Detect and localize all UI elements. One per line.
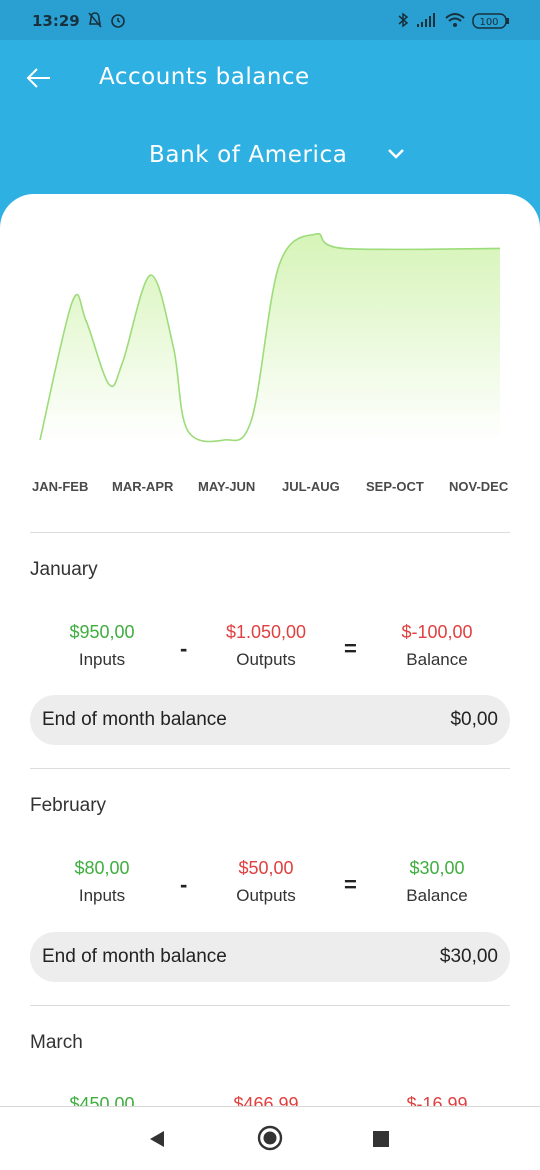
inputs-label: Inputs (78, 650, 126, 669)
balance-value: $-100,00 (401, 622, 473, 642)
bank-selector-label[interactable]: Bank of America (149, 142, 347, 168)
month-title: February (30, 795, 107, 816)
balance-label: Balance (406, 886, 468, 905)
outputs-value: $50,00 (238, 858, 294, 878)
bluetooth-icon (398, 12, 409, 28)
alarm-icon (111, 14, 125, 28)
wifi-icon (445, 13, 465, 27)
x-tick-label: NOV-DEC (449, 479, 509, 494)
inputs-label: Inputs (78, 886, 126, 905)
month-title: March (30, 1032, 83, 1053)
x-tick-label: MAR-APR (112, 479, 174, 494)
end-of-month-balance: End of month balance $30,00 (30, 932, 510, 982)
end-balance-label: End of month balance (42, 946, 227, 967)
inputs-value: $950,00 (69, 622, 135, 642)
end-of-month-balance: End of month balance $0,00 (30, 695, 510, 745)
status-bar: 13:29 100 (0, 0, 540, 40)
signal-icon (417, 13, 435, 27)
content-sheet: JAN-FEB MAR-APR MAY-JUN JUL-AUG SEP-OCT … (0, 194, 540, 1106)
status-time: 13:29 (32, 12, 80, 30)
x-tick-label: SEP-OCT (366, 479, 424, 494)
end-balance-value: $30,00 (439, 946, 498, 967)
x-tick-label: JAN-FEB (32, 479, 89, 494)
battery-level: 100 (479, 17, 498, 28)
muted-bell-icon (88, 12, 102, 28)
chevron-down-icon[interactable] (384, 144, 408, 164)
outputs-value: $1.050,00 (225, 622, 307, 642)
nav-back-icon[interactable] (148, 1129, 166, 1149)
system-nav-bar (0, 1106, 540, 1170)
section-divider (30, 1005, 510, 1006)
back-arrow-icon[interactable] (22, 62, 54, 94)
balance-value: $30,00 (409, 858, 465, 878)
page-title: Accounts balance (99, 64, 310, 90)
section-divider (30, 768, 510, 769)
x-tick-label: JUL-AUG (282, 479, 340, 494)
section-divider (30, 532, 510, 533)
nav-recents-icon[interactable] (373, 1131, 389, 1147)
battery-icon: 100 (472, 13, 509, 29)
month-title: January (30, 559, 98, 580)
end-balance-label: End of month balance (42, 709, 227, 730)
outputs-value: $466,99 (233, 1094, 299, 1106)
balance-label: Balance (406, 650, 468, 669)
nav-home-icon[interactable] (257, 1125, 283, 1151)
equals-sign: = (344, 872, 357, 897)
inputs-value: $450,00 (69, 1094, 135, 1106)
outputs-label: Outputs (236, 650, 296, 669)
inputs-value: $80,00 (74, 858, 130, 878)
balance-value: $-16,99 (406, 1094, 468, 1106)
balance-area-chart (39, 232, 501, 443)
equals-sign: = (344, 636, 357, 661)
outputs-label: Outputs (236, 886, 296, 905)
end-balance-value: $0,00 (450, 709, 498, 730)
chart-area-fill (40, 233, 500, 442)
x-tick-label: MAY-JUN (198, 479, 256, 494)
